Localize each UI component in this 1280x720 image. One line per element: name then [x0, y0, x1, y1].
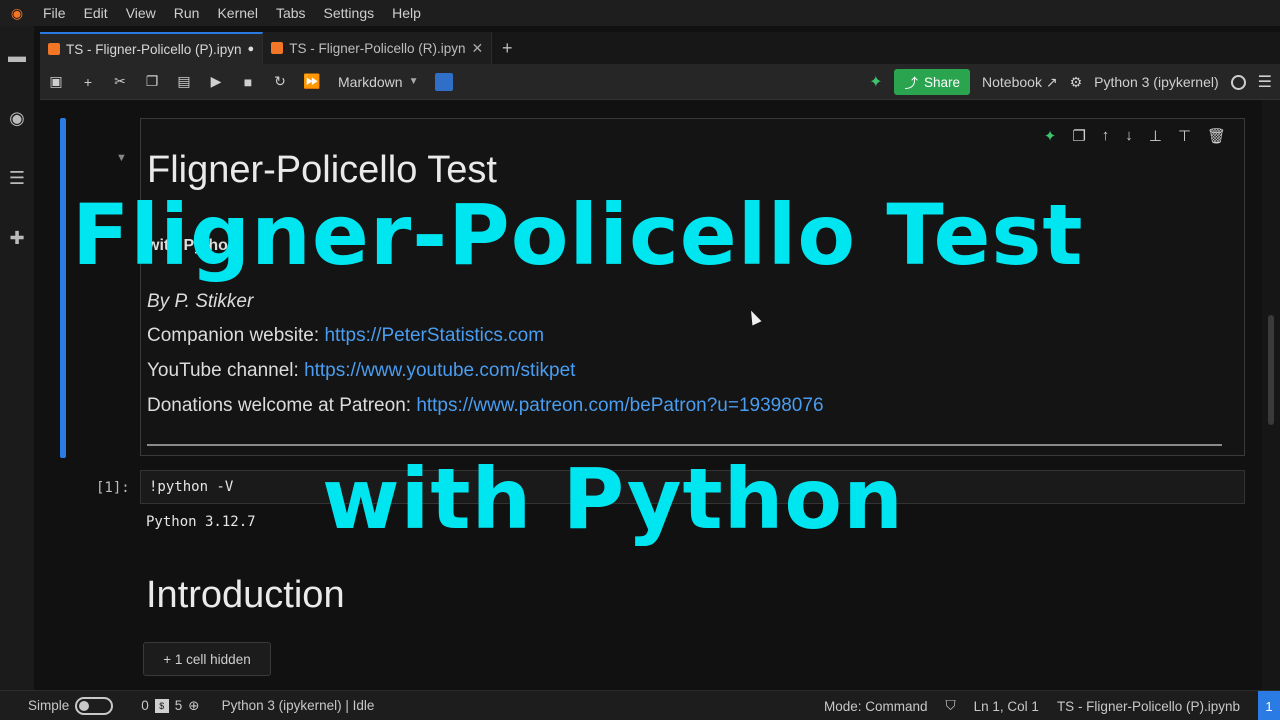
menu-file[interactable]: File	[34, 5, 75, 21]
current-file-name: TS - Fligner-Policello (P).ipynb	[1056, 698, 1240, 714]
author-line: By P. Stikker	[147, 291, 254, 312]
youtube-line: YouTube channel: https://www.youtube.com…	[147, 360, 575, 382]
restart-icon[interactable]: ↻	[264, 64, 296, 100]
left-sidebar: ▬ ◉ ☰ ✚	[0, 26, 34, 690]
website-line: Companion website: https://PeterStatisti…	[147, 325, 544, 347]
duplicate-cell-icon[interactable]: ❐	[1072, 127, 1085, 145]
hidden-cells-button[interactable]: + 1 cell hidden	[143, 642, 271, 676]
folder-icon[interactable]: ▬	[5, 44, 29, 68]
toggle-switch[interactable]	[75, 696, 114, 715]
tab-fligner-policello-p[interactable]: TS - Fligner-Policello (P).ipyn ●	[40, 32, 264, 64]
run-icon[interactable]: ▶	[200, 64, 232, 100]
insert-cell-icon[interactable]: +	[72, 64, 104, 100]
cursor-position[interactable]: Ln 1, Col 1	[974, 699, 1039, 714]
collapse-chevron-icon[interactable]: ▼	[116, 152, 127, 164]
youtube-label: YouTube channel:	[147, 360, 305, 381]
kernel-status-circle-icon	[1230, 74, 1246, 90]
move-down-icon[interactable]: ↓	[1125, 127, 1133, 145]
command-mode: Mode: Command	[823, 698, 928, 714]
execution-prompt: [1]:	[96, 480, 130, 496]
running-kernels-icon[interactable]: ◉	[5, 106, 29, 130]
terminal-count-value: 0	[141, 698, 149, 713]
menu-view[interactable]: View	[117, 5, 165, 21]
notebook-icon	[271, 42, 284, 54]
close-icon[interactable]: ✕	[472, 40, 484, 57]
open-notebook-link[interactable]: Notebook ↗	[982, 74, 1058, 91]
table-of-contents-icon[interactable]: ☰	[5, 166, 29, 190]
jupyterlab-launcher-icon[interactable]	[434, 72, 453, 91]
move-up-icon[interactable]: ↑	[1102, 127, 1110, 145]
kernel-status[interactable]: Python 3 (ipykernel) | Idle	[222, 698, 375, 713]
extension-puzzle-icon[interactable]: ✚	[5, 226, 29, 250]
kernel-settings-gear-icon[interactable]: ⚙	[1070, 74, 1083, 91]
code-input[interactable]: !python -V	[149, 479, 233, 495]
save-icon[interactable]: ▣	[40, 64, 72, 100]
insert-above-icon[interactable]: ⊤	[1178, 127, 1191, 145]
document-tabs: TS - Fligner-Policello (P).ipyn ● TS - F…	[40, 32, 1280, 64]
share-icon: ⤴	[904, 76, 918, 91]
notebook-toolbar: ▣ + ✂ ❐ ▤ ▶ ■ ↻ ⏩ Markdown ▼ ✦ ⤴ Share N…	[40, 64, 1280, 100]
patreon-link[interactable]: https://www.patreon.com/bePatron?u=19398…	[416, 395, 823, 416]
stop-icon[interactable]: ■	[232, 64, 264, 100]
cell-type-label: Markdown	[338, 73, 403, 90]
share-label: Share	[923, 74, 961, 90]
insert-below-icon[interactable]: ⊥	[1149, 127, 1162, 145]
tab-label: TS - Fligner-Policello (P).ipyn	[66, 41, 242, 57]
donation-line: Donations welcome at Patreon: https://ww…	[147, 395, 824, 417]
paste-icon[interactable]: ▤	[168, 64, 200, 100]
menu-settings[interactable]: Settings	[315, 5, 384, 21]
menu-help[interactable]: Help	[383, 5, 430, 21]
status-bar: Simple 0 $ 5 ⊕ Python 3 (ipykernel) | Id…	[0, 690, 1280, 720]
menu-edit[interactable]: Edit	[75, 5, 117, 21]
menu-kernel[interactable]: Kernel	[208, 5, 266, 21]
menu-run[interactable]: Run	[165, 5, 209, 21]
tab-label: TS - Fligner-Policello (R).ipyn	[289, 40, 466, 56]
active-cell-indicator	[60, 118, 66, 458]
notebook-icon	[48, 43, 60, 55]
ai-sparkle-icon[interactable]: ✦	[1044, 127, 1057, 145]
kernel-count-value: 5	[174, 698, 183, 713]
terminal-count[interactable]: 0 $ 5 ⊕	[141, 698, 199, 714]
copy-icon[interactable]: ❐	[136, 64, 168, 100]
shield-check-icon[interactable]: ⛉	[946, 698, 956, 714]
chevron-down-icon: ▼	[408, 76, 419, 87]
website-label: Companion website:	[147, 325, 325, 346]
markdown-cell[interactable]: ✦ ❐ ↑ ↓ ⊥ ⊤ 🗑 Fligner-Policello Test wit…	[140, 118, 1245, 456]
menu-icon[interactable]: ☰	[1258, 72, 1272, 92]
terminal-icon: $	[154, 698, 169, 713]
kernel-name[interactable]: Python 3 (ipykernel)	[1094, 74, 1219, 90]
cut-icon[interactable]: ✂	[104, 64, 136, 100]
notification-badge[interactable]: 1	[1258, 691, 1280, 720]
introduction-heading: Introduction	[146, 574, 345, 616]
notebook-link-label: Notebook	[982, 73, 1042, 90]
ai-sparkle-icon[interactable]: ✦	[869, 72, 882, 92]
notebook-scrollbar[interactable]	[1262, 100, 1280, 690]
globe-icon: ⊕	[188, 697, 200, 713]
tab-fligner-policello-r[interactable]: TS - Fligner-Policello (R).ipyn ✕	[263, 32, 493, 64]
jupyter-logo-icon[interactable]: ◉	[0, 0, 34, 26]
overlay-subtitle: with Python	[322, 450, 904, 548]
donation-label: Donations welcome at Patreon:	[147, 395, 417, 416]
new-tab-button[interactable]: +	[492, 32, 522, 64]
scroll-thumb[interactable]	[1268, 315, 1274, 425]
run-all-icon[interactable]: ⏩	[296, 64, 328, 100]
website-link[interactable]: https://PeterStatistics.com	[324, 325, 544, 346]
cell-type-dropdown[interactable]: Markdown ▼	[338, 74, 419, 90]
simple-mode-toggle[interactable]: Simple	[28, 696, 114, 715]
youtube-link[interactable]: https://www.youtube.com/stikpet	[304, 360, 575, 381]
simple-label: Simple	[28, 698, 70, 713]
unsaved-dot-icon[interactable]: ●	[248, 43, 255, 55]
menu-tabs[interactable]: Tabs	[267, 5, 315, 21]
overlay-title: Fligner-Policello Test	[72, 186, 1084, 284]
horizontal-rule	[147, 444, 1222, 446]
cell-toolbar: ✦ ❐ ↑ ↓ ⊥ ⊤ 🗑	[1044, 127, 1226, 145]
code-output: Python 3.12.7	[146, 514, 256, 530]
delete-cell-icon[interactable]: 🗑	[1207, 127, 1226, 145]
menubar: ◉ File Edit View Run Kernel Tabs Setting…	[0, 0, 1280, 26]
share-button[interactable]: ⤴ Share	[894, 69, 971, 95]
